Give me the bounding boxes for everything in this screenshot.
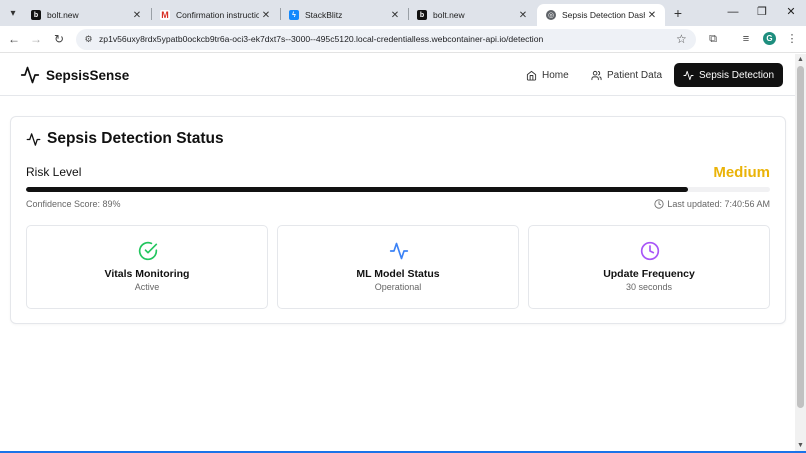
stat-title: Vitals Monitoring <box>104 268 190 280</box>
activity-icon <box>683 70 694 80</box>
browser-toolbar: ← → ↻ ⚙ zp1v56uxy8rdx5ypatb0ockcb9tr6a-o… <box>0 26 806 53</box>
nav-sepsis-detection-label: Sepsis Detection <box>699 69 775 81</box>
stat-subtitle: Active <box>134 282 160 292</box>
media-controls-icon[interactable]: ≡ <box>738 31 754 47</box>
tab-gmail[interactable]: M Confirmation instructions ✕ <box>151 4 279 26</box>
sepsis-status-card: Sepsis Detection Status Risk Level Mediu… <box>10 116 786 324</box>
stackblitz-icon: ϟ <box>289 10 299 20</box>
reload-icon[interactable]: ↻ <box>51 31 67 47</box>
tab-title: StackBlitz <box>305 10 343 20</box>
restore-icon[interactable]: ❐ <box>753 4 771 20</box>
gmail-icon: M <box>160 10 170 20</box>
card-title: Sepsis Detection Status <box>26 130 224 148</box>
app-header: SepsisSense Home Patient Data Sepsis Det… <box>0 54 795 96</box>
nav-patient-data-label: Patient Data <box>607 69 663 81</box>
home-icon <box>526 70 537 81</box>
extensions-icon[interactable]: ⧉ <box>705 31 721 47</box>
last-updated-text: Last updated: 7:40:56 AM <box>667 199 770 209</box>
close-icon[interactable]: ✕ <box>259 8 273 22</box>
tab-bolt-1[interactable]: b bolt.new ✕ <box>22 4 150 26</box>
close-icon[interactable]: ✕ <box>645 8 659 22</box>
stat-card-vitals: Vitals Monitoring Active <box>26 225 268 309</box>
activity-icon <box>26 132 41 146</box>
profile-avatar[interactable]: G <box>763 32 776 45</box>
window-close-icon[interactable]: ✕ <box>782 4 800 20</box>
url-text[interactable]: zp1v56uxy8rdx5ypatb0ockcb9tr6a-oci3-ek7d… <box>99 34 543 44</box>
minimize-icon[interactable]: — <box>724 4 742 20</box>
back-arrow-icon[interactable]: ← <box>6 31 22 47</box>
users-icon <box>591 70 602 80</box>
stat-title: ML Model Status <box>356 268 440 280</box>
nav-sepsis-detection[interactable]: Sepsis Detection <box>674 63 784 87</box>
brand[interactable]: SepsisSense <box>20 65 129 85</box>
stat-card-update-frequency: Update Frequency 30 seconds <box>528 225 770 309</box>
close-icon[interactable]: ✕ <box>130 8 144 22</box>
activity-logo-icon <box>20 66 40 84</box>
tab-stackblitz[interactable]: ϟ StackBlitz ✕ <box>280 4 408 26</box>
tab-search-icon[interactable]: ▾ <box>5 5 21 21</box>
bookmark-star-icon[interactable]: ☆ <box>676 32 687 46</box>
address-bar[interactable]: ⚙ zp1v56uxy8rdx5ypatb0ockcb9tr6a-oci3-ek… <box>76 29 696 50</box>
browser-menu-icon[interactable]: ⋮ <box>784 31 800 47</box>
stat-subtitle: Operational <box>374 282 422 292</box>
tab-bolt-2[interactable]: b bolt.new ✕ <box>408 4 536 26</box>
page-viewport: SepsisSense Home Patient Data Sepsis Det… <box>0 54 795 451</box>
risk-level-label: Risk Level <box>26 165 82 179</box>
scrollbar-thumb[interactable] <box>797 66 804 408</box>
stat-subtitle: 30 seconds <box>625 282 673 292</box>
forward-arrow-icon[interactable]: → <box>28 31 44 47</box>
scroll-down-icon[interactable]: ▼ <box>797 442 804 449</box>
confidence-score: Confidence Score: 89% <box>26 199 121 209</box>
browser-tab-bar: ▾ b bolt.new ✕ M Confirmation instructio… <box>0 0 806 26</box>
new-tab-button[interactable]: + <box>670 5 686 21</box>
bolt-icon: b <box>417 10 427 20</box>
site-settings-icon[interactable]: ⚙ <box>82 33 95 46</box>
nav-home-label: Home <box>542 69 569 81</box>
stat-card-ml-model: ML Model Status Operational <box>277 225 519 309</box>
tab-title: Confirmation instructions <box>176 10 259 20</box>
risk-progress-bar <box>26 187 770 192</box>
brand-name: SepsisSense <box>46 67 130 83</box>
last-updated: Last updated: 7:40:56 AM <box>654 199 770 209</box>
clock-icon <box>654 199 665 209</box>
tab-title: bolt.new <box>47 10 79 20</box>
tab-sepsis-dashboard[interactable]: ◎ Sepsis Detection Dashboard ✕ <box>537 4 665 26</box>
clock-icon <box>640 241 660 261</box>
stat-title: Update Frequency <box>603 268 695 280</box>
tab-title: Sepsis Detection Dashboard <box>562 10 645 20</box>
risk-level-value: Medium <box>713 164 770 181</box>
activity-icon <box>389 242 409 260</box>
scroll-up-icon[interactable]: ▲ <box>797 56 804 63</box>
close-icon[interactable]: ✕ <box>388 8 402 22</box>
nav-patient-data[interactable]: Patient Data <box>582 63 671 87</box>
tab-title: bolt.new <box>433 10 465 20</box>
bolt-icon: b <box>31 10 41 20</box>
check-circle-icon <box>138 241 158 261</box>
nav-home[interactable]: Home <box>517 63 578 87</box>
risk-progress-fill <box>26 187 689 192</box>
status-title: Sepsis Detection Status <box>47 130 224 147</box>
close-icon[interactable]: ✕ <box>516 8 530 22</box>
page-scrollbar[interactable]: ▲ ▼ <box>795 54 806 451</box>
globe-icon: ◎ <box>546 10 556 20</box>
